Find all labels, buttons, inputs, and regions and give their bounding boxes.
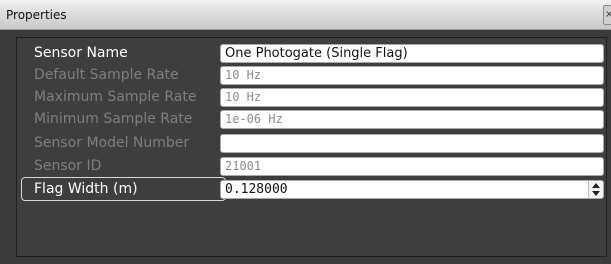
close-icon: ×: [605, 9, 611, 20]
flag-width-value[interactable]: 0.128000: [225, 182, 288, 197]
spin-down-icon[interactable]: [592, 191, 600, 196]
flag-width-stepper[interactable]: [588, 181, 603, 198]
sensor-id-field: 21001: [220, 157, 604, 176]
properties-panel: Sensor Name One Photogate (Single Flag) …: [16, 37, 607, 257]
property-row-maximum-sample-rate: Maximum Sample Rate 10 Hz: [17, 86, 606, 110]
sensor-model-number-label: Sensor Model Number: [34, 135, 190, 151]
sensor-model-number-field: [220, 134, 604, 153]
property-row-sensor-name: Sensor Name One Photogate (Single Flag): [17, 42, 606, 66]
sensor-name-label: Sensor Name: [34, 45, 128, 61]
close-button[interactable]: ×: [603, 5, 611, 25]
property-row-minimum-sample-rate: Minimum Sample Rate 1e-06 Hz: [17, 108, 606, 132]
properties-window: Properties × Sensor Name One Photogate (…: [0, 0, 611, 264]
minimum-sample-rate-field: 1e-06 Hz: [220, 110, 604, 129]
minimum-sample-rate-label: Minimum Sample Rate: [34, 111, 193, 127]
property-row-default-sample-rate: Default Sample Rate 10 Hz: [17, 64, 606, 88]
spin-up-icon[interactable]: [592, 183, 600, 188]
maximum-sample-rate-label: Maximum Sample Rate: [34, 89, 197, 105]
property-row-flag-width: Flag Width (m) 0.128000: [17, 177, 606, 202]
properties-content: Sensor Name One Photogate (Single Flag) …: [0, 30, 611, 264]
property-row-sensor-id: Sensor ID 21001: [17, 155, 606, 179]
window-title: Properties: [6, 8, 67, 22]
sensor-name-field[interactable]: One Photogate (Single Flag): [220, 44, 604, 63]
title-bar[interactable]: Properties ×: [0, 0, 611, 30]
maximum-sample-rate-field: 10 Hz: [220, 88, 604, 107]
default-sample-rate-label: Default Sample Rate: [34, 67, 179, 83]
property-row-sensor-model-number: Sensor Model Number: [17, 132, 606, 156]
sensor-id-label: Sensor ID: [34, 158, 102, 174]
flag-width-spinbox[interactable]: 0.128000: [220, 180, 604, 199]
default-sample-rate-field: 10 Hz: [220, 66, 604, 85]
flag-width-label: Flag Width (m): [34, 181, 138, 197]
